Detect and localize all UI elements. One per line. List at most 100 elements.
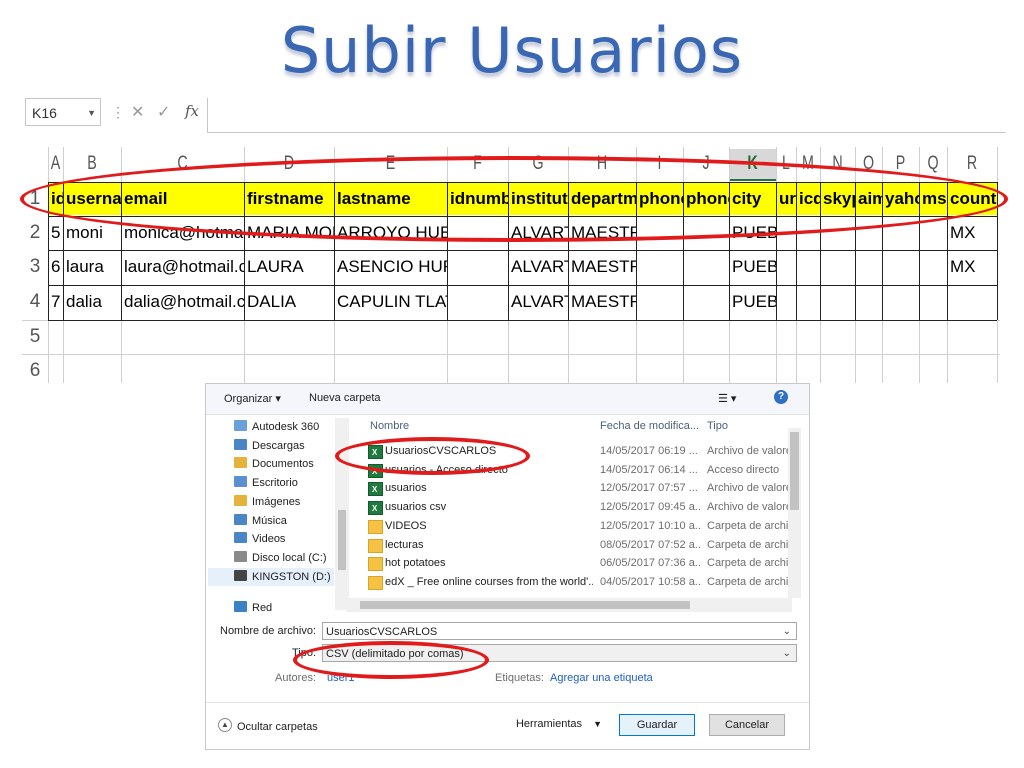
table-cell[interactable] [776, 216, 796, 249]
table-cell[interactable]: ARROYO HUERTA [334, 216, 447, 249]
header-cell[interactable]: institution [508, 182, 568, 215]
nav-item[interactable]: Descargas [214, 437, 305, 455]
table-cell[interactable]: dalia@hotmail.com [121, 285, 244, 318]
file-type-select[interactable]: CSV (delimitado por comas) ⌄ [322, 644, 797, 662]
file-row[interactable]: lecturas 08/05/2017 07:52 a... Carpeta de … [356, 536, 797, 555]
column-header-date[interactable]: Fecha de modifica... [600, 420, 699, 432]
table-cell[interactable] [882, 250, 919, 283]
add-tag-link[interactable]: Agregar una etiqueta [550, 672, 653, 684]
table-cell[interactable]: ASENCIO HUREÑA [334, 250, 447, 283]
nav-item[interactable]: Disco local (C:) [214, 549, 327, 567]
chevron-up-icon[interactable]: ▲ [218, 718, 232, 732]
row-header[interactable]: 1 [22, 182, 48, 216]
header-cell[interactable]: country [947, 182, 997, 215]
row-header[interactable]: 4 [22, 285, 48, 319]
column-header[interactable]: N [824, 147, 850, 181]
file-list[interactable]: Nombre Fecha de modifica... Tipo Usuario… [356, 414, 803, 610]
table-cell[interactable]: 7 [48, 285, 63, 318]
table-cell[interactable]: ALVART [508, 216, 568, 249]
table-cell[interactable] [919, 285, 947, 318]
table-cell[interactable] [919, 250, 947, 283]
header-cell[interactable]: firstname [244, 182, 334, 215]
row-header[interactable]: 3 [22, 250, 48, 284]
table-cell[interactable] [796, 250, 820, 283]
nav-item[interactable]: KINGSTON (D:) [208, 567, 334, 586]
header-cell[interactable]: msn [919, 182, 947, 215]
header-cell[interactable]: idnumber [447, 182, 508, 215]
column-header[interactable]: B [70, 147, 114, 181]
table-cell[interactable] [683, 216, 729, 249]
table-cell[interactable] [683, 250, 729, 283]
column-header[interactable]: L [779, 147, 794, 181]
chevron-down-icon[interactable]: ▼ [87, 99, 96, 127]
column-header[interactable]: G [516, 147, 561, 181]
table-cell[interactable] [882, 285, 919, 318]
table-cell[interactable] [447, 285, 508, 318]
file-list-scrollbar[interactable] [788, 428, 801, 598]
file-list-horizontal-scrollbar[interactable] [346, 598, 792, 612]
header-cell[interactable]: phone1 [636, 182, 683, 215]
tools-button[interactable]: Herramientas ▼ [514, 714, 604, 736]
row-header[interactable]: 6 [22, 354, 48, 383]
header-cell[interactable]: icq [796, 182, 820, 215]
header-cell[interactable]: lastname [334, 182, 447, 215]
table-cell[interactable] [796, 285, 820, 318]
table-cell[interactable] [447, 250, 508, 283]
name-box[interactable]: K16 ▼ [25, 98, 101, 126]
column-header[interactable]: K [735, 147, 770, 181]
chevron-down-icon[interactable]: ⌄ [783, 645, 791, 663]
nav-item[interactable]: Videos [214, 530, 285, 548]
cancel-button[interactable]: Cancelar [709, 714, 785, 736]
save-button[interactable]: Guardar [619, 714, 695, 736]
table-cell[interactable] [855, 216, 882, 249]
table-cell[interactable]: monica@hotmail.com [121, 216, 244, 249]
header-cell[interactable]: city [729, 182, 776, 215]
header-cell[interactable]: department [568, 182, 636, 215]
hide-folders-button[interactable]: Ocultar carpetas [237, 721, 318, 733]
column-header[interactable]: H [577, 147, 628, 181]
nav-item[interactable]: Imágenes [214, 493, 300, 511]
table-cell[interactable]: ALVART [508, 250, 568, 283]
table-cell[interactable] [820, 216, 855, 249]
header-cell[interactable]: aim [855, 182, 882, 215]
nav-scrollbar[interactable] [335, 418, 349, 610]
file-row[interactable]: edX _ Free online courses from the world… [356, 573, 797, 592]
column-header[interactable]: A [50, 147, 61, 181]
file-row[interactable]: usuarios - Acceso directo 14/05/2017 06:1… [356, 461, 796, 480]
nav-item[interactable]: Red [214, 599, 272, 617]
column-header[interactable]: Q [923, 147, 944, 181]
table-cell[interactable]: ALVART [508, 285, 568, 318]
table-cell[interactable] [882, 216, 919, 249]
table-cell[interactable]: MX [947, 250, 997, 283]
table-cell[interactable] [919, 216, 947, 249]
table-cell[interactable] [796, 216, 820, 249]
table-cell[interactable]: 6 [48, 250, 63, 283]
enter-formula-icon[interactable]: ✓ [157, 102, 170, 122]
insert-function-icon[interactable]: fx [185, 102, 199, 120]
header-cell[interactable]: skype [820, 182, 855, 215]
table-cell[interactable]: MARIA MONICA [244, 216, 334, 249]
file-row[interactable]: hot potatoes 06/05/2017 07:36 a... Carpeta… [356, 554, 797, 573]
navigation-pane[interactable]: Autodesk 360 Descargas Documentos Escritori… [206, 416, 350, 614]
table-cell[interactable]: DALIA [244, 285, 334, 318]
authors-value[interactable]: user1 [327, 672, 355, 684]
header-cell[interactable]: id [48, 182, 63, 215]
table-cell[interactable] [947, 285, 997, 318]
table-cell[interactable]: MAESTRIA [568, 250, 636, 283]
cancel-formula-icon[interactable]: ✕ [131, 102, 144, 122]
file-row[interactable]: UsuariosCVSCARLOS 14/05/2017 06:19 ... Arc… [356, 442, 797, 461]
table-cell[interactable] [855, 285, 882, 318]
nav-item[interactable]: Música [214, 512, 287, 530]
table-cell[interactable]: dalia [63, 285, 121, 318]
row-header[interactable]: 5 [22, 320, 48, 354]
column-header[interactable]: O [858, 147, 878, 181]
header-cell[interactable]: phone2 [683, 182, 729, 215]
column-header[interactable]: E [348, 147, 433, 181]
table-cell[interactable] [636, 285, 683, 318]
table-cell[interactable]: PUEBLA [729, 285, 776, 318]
nav-item[interactable]: Escritorio [214, 474, 298, 492]
nav-item[interactable]: Autodesk 360 [214, 418, 319, 436]
table-cell[interactable]: MAESTRIA [568, 285, 636, 318]
column-header[interactable]: R [953, 147, 991, 181]
column-header[interactable]: I [642, 147, 677, 181]
